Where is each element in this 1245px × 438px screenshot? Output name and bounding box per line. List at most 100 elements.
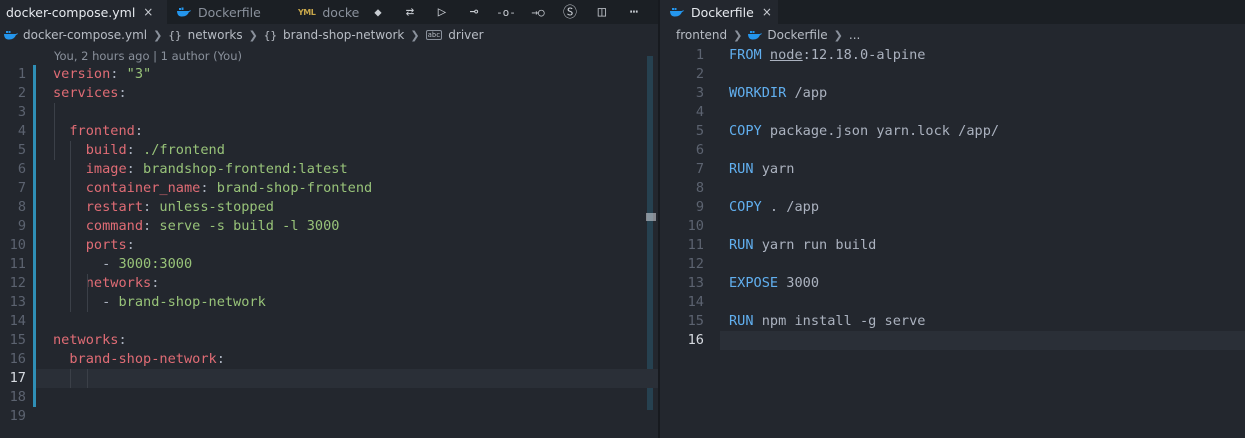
code-token: ports (53, 237, 127, 253)
breadcrumb-item-folder[interactable]: frontend (676, 28, 727, 42)
line-number[interactable]: 18 (0, 388, 26, 407)
line-number[interactable]: 11 (678, 236, 704, 255)
line-number[interactable]: 13 (678, 274, 704, 293)
line-number[interactable]: 14 (678, 293, 704, 312)
yaml-file-icon: YML (298, 7, 316, 17)
code-text: services: (53, 84, 127, 103)
line-number[interactable]: 5 (0, 141, 26, 160)
tab-dockerfile-right[interactable]: Dockerfile × (660, 0, 778, 24)
git-lens-icon[interactable]: ◆ (362, 0, 394, 24)
line-number[interactable]: 9 (678, 198, 704, 217)
current-line-highlight (36, 369, 658, 388)
breadcrumb-item-file[interactable]: Dockerfile (767, 28, 827, 42)
line-number[interactable]: 1 (0, 65, 26, 84)
close-icon[interactable]: × (762, 5, 772, 19)
close-icon[interactable]: × (143, 5, 153, 19)
code-token: EXPOSE (729, 275, 787, 291)
chevron-right-icon: ❯ (248, 28, 258, 42)
whale-icon (748, 31, 763, 40)
code-text: EXPOSE 3000 (729, 274, 819, 293)
source-control-icon[interactable]: Ⓢ (554, 0, 586, 24)
line-number[interactable]: 10 (0, 236, 26, 255)
code-line: 4 (660, 103, 1245, 122)
line-number[interactable]: 4 (0, 122, 26, 141)
line-number[interactable]: 8 (678, 179, 704, 198)
line-number[interactable]: 16 (678, 331, 704, 350)
right-tab-bar: Dockerfile × (660, 0, 1245, 24)
whale-icon (177, 7, 191, 17)
code-text: restart: unless-stopped (53, 198, 274, 217)
line-number[interactable]: 3 (678, 84, 704, 103)
line-number[interactable]: 9 (0, 217, 26, 236)
code-text: RUN npm install -g serve (729, 312, 925, 331)
code-token: npm install -g serve (761, 313, 926, 329)
line-number[interactable]: 11 (0, 255, 26, 274)
line-number[interactable]: 12 (678, 255, 704, 274)
code-text: - 3000:3000 (53, 255, 192, 274)
code-token: FROM (729, 47, 770, 63)
tab-docker-compose[interactable]: docker-compose.yml × (0, 0, 167, 24)
code-token: brandshop-frontend:latest (143, 161, 348, 177)
line-number[interactable]: 17 (0, 369, 26, 388)
code-token: serve -s build -l 3000 (159, 218, 340, 234)
code-token: RUN (729, 161, 762, 177)
line-number[interactable]: 1 (678, 46, 704, 65)
git-compare-icon[interactable]: ⊸ (458, 0, 490, 24)
codelens-blame[interactable]: You, 2 hours ago | 1 author (You) (54, 49, 242, 63)
code-token: - (53, 256, 119, 272)
code-line: 1 version: "3" (0, 65, 658, 84)
line-number[interactable]: 8 (0, 198, 26, 217)
code-line: 13 EXPOSE 3000 (660, 274, 1245, 293)
line-number[interactable]: 12 (0, 274, 26, 293)
code-line: 3 WORKDIR /app (660, 84, 1245, 103)
tab-docker-yml[interactable]: YML docker- (290, 0, 360, 24)
line-number[interactable]: 13 (0, 293, 26, 312)
line-number[interactable]: 6 (0, 160, 26, 179)
line-number[interactable]: 2 (0, 84, 26, 103)
more-actions-icon[interactable]: ⋯ (618, 0, 650, 24)
code-line: 2 services: (0, 84, 658, 103)
code-token: build (53, 142, 127, 158)
code-line: 6 (660, 141, 1245, 160)
code-token: command (53, 218, 144, 234)
line-number[interactable]: 5 (678, 122, 704, 141)
line-number[interactable]: 15 (0, 331, 26, 350)
run-icon[interactable]: ▷ (426, 0, 458, 24)
code-line: 8 (660, 179, 1245, 198)
code-line: 16 brand-shop-network: (0, 350, 658, 369)
code-line: 9 COPY . /app (660, 198, 1245, 217)
breadcrumb-item-network[interactable]: brand-shop-network (283, 28, 404, 42)
line-number[interactable]: 6 (678, 141, 704, 160)
code-token: : (126, 161, 144, 177)
split-editor-icon[interactable]: ◫ (586, 0, 618, 24)
overview-ruler-marker (646, 213, 656, 221)
code-token: : (134, 123, 144, 139)
breadcrumb-item-networks[interactable]: networks (188, 28, 243, 42)
code-token: /app (794, 85, 828, 101)
tab-dockerfile[interactable]: Dockerfile (167, 0, 281, 24)
code-token: COPY (729, 123, 770, 139)
code-token: image (53, 161, 127, 177)
line-number[interactable]: 15 (678, 312, 704, 331)
breadcrumb-item-more[interactable]: ... (849, 28, 860, 42)
git-modified-gutter[interactable] (33, 65, 36, 407)
line-number[interactable]: 19 (0, 407, 26, 426)
string-property-icon: abc (425, 30, 443, 40)
line-number[interactable]: 2 (678, 65, 704, 84)
breadcrumb-item-driver[interactable]: driver (448, 28, 483, 42)
line-number[interactable]: 4 (678, 103, 704, 122)
line-number[interactable]: 14 (0, 312, 26, 331)
breadcrumb-item-file[interactable]: docker-compose.yml (23, 28, 147, 42)
line-number[interactable]: 16 (0, 350, 26, 369)
code-token: : (126, 237, 135, 253)
next-change-icon[interactable]: →○ (522, 0, 554, 24)
line-number[interactable]: 3 (0, 103, 26, 122)
line-number[interactable]: 7 (0, 179, 26, 198)
scrollbar[interactable] (647, 56, 653, 410)
compare-changes-icon[interactable]: ⇄ (394, 0, 426, 24)
git-commit-icon[interactable]: -o- (490, 0, 522, 24)
line-number[interactable]: 7 (678, 160, 704, 179)
code-text: command: serve -s build -l 3000 (53, 217, 340, 236)
line-number[interactable]: 10 (678, 217, 704, 236)
code-token: : (143, 199, 160, 215)
